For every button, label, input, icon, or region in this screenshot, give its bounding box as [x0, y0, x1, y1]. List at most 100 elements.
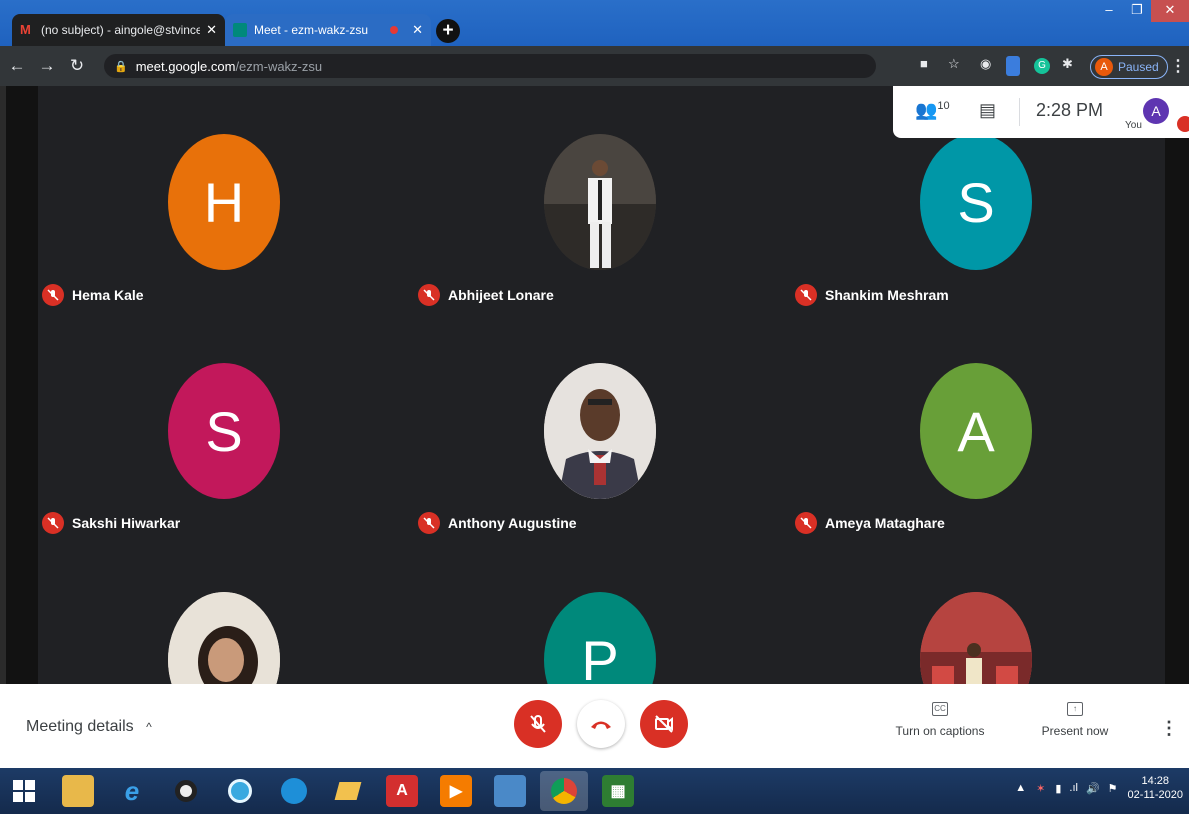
internet-explorer-icon[interactable]: e — [116, 775, 148, 807]
person-photo-icon — [544, 134, 656, 270]
menu-icon[interactable]: ⋮ — [1170, 56, 1186, 76]
url-host: meet.google.com — [135, 58, 236, 74]
meeting-details-button[interactable]: Meeting details ^ — [26, 718, 152, 736]
recording-icon — [390, 26, 399, 34]
browser-tab-strip: M (no subject) - aingole@stvincent ✕ Mee… — [0, 0, 1189, 46]
system-tray: ▲ ✶ ▮ .ıl 🔊 ⚑ 14:28 02-11-2020 — [1015, 774, 1183, 802]
self-label: You — [1125, 120, 1142, 131]
extension-record-icon[interactable]: ◉ — [980, 56, 991, 76]
present-label: Present now — [1041, 724, 1109, 738]
participant-name-tag: Shankim Meshram — [795, 284, 949, 306]
participant-name: Hema Kale — [72, 287, 144, 303]
notes-icon[interactable] — [494, 775, 526, 807]
browser-toolbar: ← → ↻ 🔒 meet.google.com /ezm-wakz-zsu ■ … — [0, 46, 1189, 86]
mic-off-icon — [42, 512, 64, 534]
mic-toggle-button[interactable] — [514, 700, 562, 748]
tab-title: Meet - ezm-wakz-zsu — [254, 23, 369, 37]
star-icon[interactable]: ☆ — [948, 56, 960, 76]
participant-count: 10 — [937, 100, 950, 112]
flag-icon[interactable]: ⚑ — [1108, 782, 1118, 795]
meeting-time: 2:28 PM — [1036, 100, 1104, 120]
windows-taskbar: e A ▶ ▦ ▲ ✶ ▮ .ıl 🔊 ⚑ 14:28 02-11-2020 — [0, 768, 1189, 814]
gmail-icon: M — [20, 22, 31, 37]
leave-call-button[interactable] — [577, 700, 625, 748]
chevron-up-icon: ^ — [146, 720, 152, 734]
address-bar[interactable]: 🔒 meet.google.com /ezm-wakz-zsu — [104, 54, 876, 78]
window-close-icon[interactable]: ✕ — [1151, 0, 1189, 22]
tab-gmail[interactable]: M (no subject) - aingole@stvincent ✕ — [12, 14, 225, 46]
mic-off-icon — [418, 512, 440, 534]
person-photo-icon — [168, 592, 280, 684]
mic-off-icon — [42, 284, 64, 306]
tab-meet[interactable]: Meet - ezm-wakz-zsu ✕ — [225, 14, 431, 46]
mic-off-icon — [530, 715, 546, 733]
windows-start-icon[interactable] — [8, 775, 40, 807]
acrobat-icon[interactable]: A — [386, 775, 418, 807]
network-off-icon[interactable]: ✶ — [1036, 782, 1045, 795]
captions-button[interactable]: CC Turn on captions — [890, 702, 990, 738]
meeting-details-label: Meeting details — [26, 718, 134, 735]
taskbar-time: 14:28 — [1141, 775, 1170, 787]
back-icon[interactable]: ← — [4, 56, 30, 76]
participant-avatar: H — [168, 134, 280, 270]
url-path: /ezm-wakz-zsu — [235, 58, 323, 74]
forward-icon[interactable]: → — [34, 56, 60, 76]
photos-icon[interactable] — [332, 775, 364, 807]
extension-icon[interactable] — [1006, 56, 1020, 76]
camera-icon[interactable]: ■ — [920, 56, 928, 76]
taskbar-clock[interactable]: 14:28 02-11-2020 — [1128, 774, 1183, 802]
camera-toggle-button[interactable] — [640, 700, 688, 748]
captions-label: Turn on captions — [895, 724, 985, 738]
battery-icon[interactable]: ▮ — [1055, 782, 1061, 795]
mic-off-icon — [795, 512, 817, 534]
restore-icon[interactable]: ❐ — [1123, 0, 1151, 22]
participant-name-tag: Abhijeet Lonare — [418, 284, 554, 306]
reload-icon[interactable]: ↻ — [64, 56, 90, 76]
mic-off-icon — [418, 284, 440, 306]
chat-icon[interactable]: ▤ — [979, 100, 996, 121]
participant-name: Sakshi Hiwarkar — [72, 515, 181, 531]
calculator-icon[interactable]: ▦ — [602, 775, 634, 807]
taskbar-date: 02-11-2020 — [1127, 789, 1183, 801]
divider — [1019, 98, 1020, 126]
camera-off-icon — [655, 715, 673, 733]
participant-avatar: A — [920, 363, 1032, 499]
self-avatar: A — [1143, 98, 1169, 124]
chrome-icon[interactable] — [540, 771, 588, 811]
profile-status: Paused — [1118, 60, 1159, 74]
present-now-button[interactable]: ↑ Present now — [1030, 702, 1120, 738]
participant-name: Anthony Augustine — [448, 515, 577, 531]
signal-icon[interactable]: .ıl — [1069, 782, 1078, 794]
present-icon: ↑ — [1067, 702, 1083, 716]
profile-button[interactable]: A Paused — [1090, 55, 1168, 79]
grammarly-icon[interactable]: G — [1034, 58, 1050, 74]
media-player-icon[interactable]: ▶ — [440, 775, 472, 807]
participant-photo — [168, 592, 280, 684]
more-options-icon[interactable]: ⋮ — [1160, 718, 1178, 739]
close-tab-icon[interactable]: ✕ — [206, 22, 217, 38]
new-tab-button[interactable]: + — [436, 19, 460, 43]
minimize-icon[interactable]: – — [1095, 0, 1123, 22]
lock-icon: 🔒 — [114, 60, 128, 73]
meet-stage: H S Hema Kale Abhijeet Lonare Shankim Me… — [0, 86, 1189, 684]
camera-app-icon[interactable] — [170, 775, 202, 807]
stage-right-band — [1165, 86, 1189, 684]
mic-off-icon — [795, 284, 817, 306]
edge-icon[interactable] — [278, 775, 310, 807]
firefox-icon[interactable] — [224, 775, 256, 807]
file-explorer-icon[interactable] — [62, 775, 94, 807]
captions-icon: CC — [932, 702, 948, 716]
participant-photo — [544, 134, 656, 270]
tray-expand-icon[interactable]: ▲ — [1015, 782, 1026, 794]
participant-avatar: P — [544, 592, 656, 684]
person-photo-icon — [544, 363, 656, 499]
participant-name: Ameya Mataghare — [825, 515, 945, 531]
volume-icon[interactable]: 🔊 — [1086, 782, 1100, 795]
close-tab-icon[interactable]: ✕ — [412, 22, 423, 38]
people-button[interactable]: 👥10 — [915, 100, 950, 121]
puzzle-icon[interactable]: ✱ — [1062, 56, 1073, 76]
participant-photo — [544, 363, 656, 499]
meeting-info-panel: 👥10 ▤ 2:28 PM You A — [893, 86, 1189, 138]
participant-avatar: S — [920, 134, 1032, 270]
participant-name: Shankim Meshram — [825, 287, 949, 303]
